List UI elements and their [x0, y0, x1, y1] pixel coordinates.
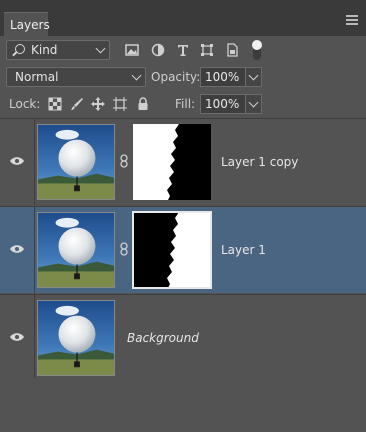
lock-position-icon[interactable] [91, 97, 105, 111]
layer-name[interactable]: Background [127, 331, 199, 345]
fill-label: Fill: [175, 97, 196, 111]
layer-row-selected[interactable]: Layer 1 [0, 206, 366, 293]
layer-thumbnail[interactable] [37, 300, 115, 376]
mask-link-icon[interactable] [120, 242, 128, 256]
chevron-down-icon [248, 70, 259, 81]
layer-thumbnail[interactable] [37, 124, 115, 200]
filter-toggle[interactable] [252, 40, 262, 60]
adjustment-filter-icon[interactable] [151, 43, 165, 57]
panel-menu-icon[interactable] [346, 15, 358, 27]
chevron-down-icon [95, 43, 106, 54]
layer-name[interactable]: Layer 1 copy [221, 155, 298, 169]
search-icon [15, 44, 25, 54]
tab-layers[interactable]: Layers [4, 12, 50, 36]
image-filter-icon[interactable] [125, 43, 139, 57]
blend-mode-value: Normal [15, 70, 59, 84]
eye-icon[interactable] [10, 245, 24, 253]
shape-filter-icon[interactable] [200, 43, 214, 57]
visibility-column [0, 119, 35, 205]
fill-input[interactable]: 100% [200, 94, 246, 114]
visibility-column [0, 295, 35, 381]
blend-mode-select[interactable]: Normal [6, 67, 146, 87]
lock-label: Lock: [9, 97, 41, 111]
eye-icon[interactable] [10, 157, 24, 165]
layer-mask-thumbnail-active[interactable] [132, 211, 212, 289]
filter-kind-label: Kind [31, 43, 58, 57]
layer-thumbnail[interactable] [37, 212, 115, 288]
panel-tab-bar: Layers [0, 0, 366, 36]
layer-name[interactable]: Layer 1 [221, 243, 266, 257]
layer-mask-thumbnail[interactable] [133, 124, 211, 200]
mask-link-icon[interactable] [120, 154, 128, 168]
lock-all-icon[interactable] [136, 97, 150, 111]
opacity-dropdown-button[interactable] [246, 67, 262, 87]
filter-kind-select[interactable]: Kind [6, 40, 110, 60]
fill-dropdown-button[interactable] [246, 94, 262, 114]
opacity-label: Opacity: [151, 70, 201, 84]
empty-layers-area [0, 378, 366, 432]
layer-row[interactable]: Layer 1 copy [0, 118, 366, 205]
smart-object-filter-icon[interactable] [225, 43, 239, 57]
layers-panel: Layers Kind Normal Opacity: 100% Lock: F… [0, 0, 366, 432]
lock-transparent-pixels-icon[interactable] [48, 97, 62, 111]
chevron-down-icon [248, 97, 259, 108]
lock-image-pixels-icon[interactable] [70, 97, 84, 111]
layer-row-background[interactable]: Background [0, 294, 366, 381]
eye-icon[interactable] [10, 333, 24, 341]
lock-artboard-icon[interactable] [113, 97, 127, 111]
layers-list: Layer 1 copy Layer 1 Background [0, 118, 366, 381]
visibility-column [0, 207, 35, 293]
opacity-input[interactable]: 100% [200, 67, 246, 87]
type-filter-icon[interactable] [176, 43, 190, 57]
chevron-down-icon [131, 70, 142, 81]
